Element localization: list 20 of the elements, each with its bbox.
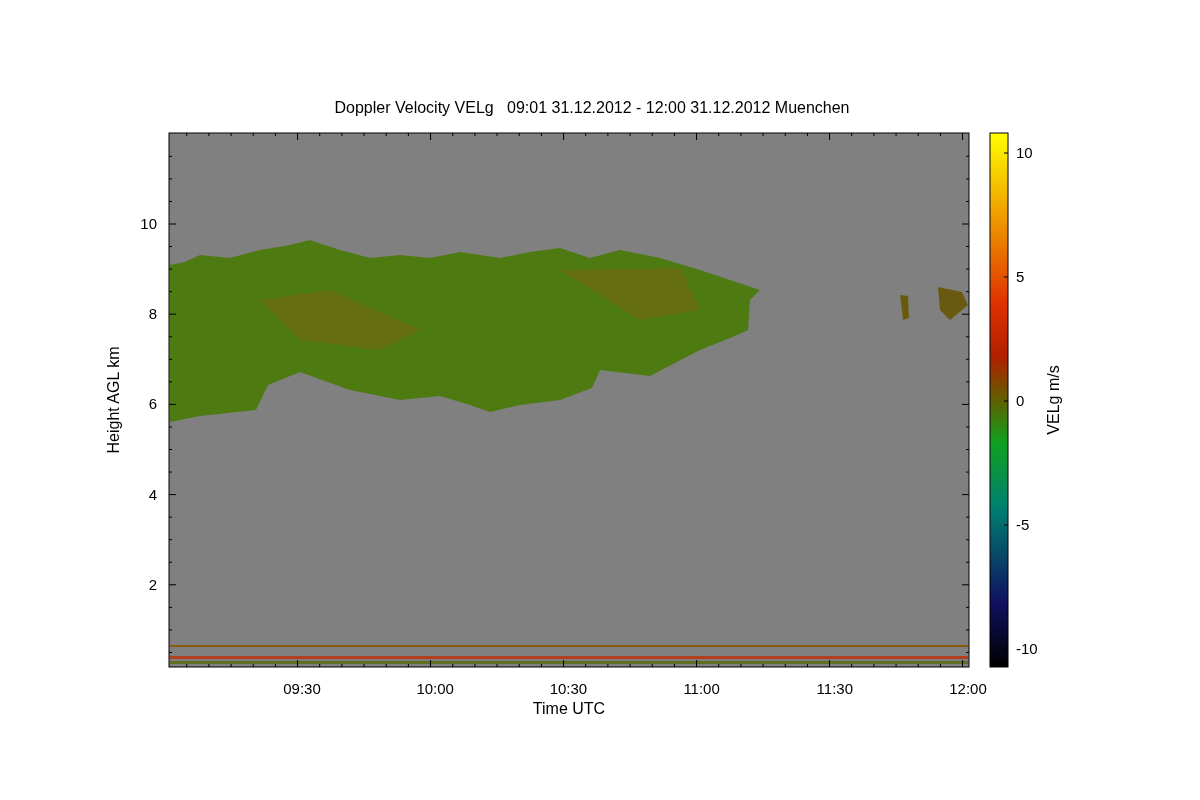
x-tick-label: 10:30: [549, 680, 588, 697]
y-tick-label: 4: [148, 485, 157, 503]
colorbar-tick-label: -5: [1016, 516, 1030, 533]
y-axis-title: Height AGL km: [105, 346, 122, 454]
x-tick-label: 11:30: [816, 680, 853, 697]
y-tick-label: 2: [148, 575, 157, 593]
y-tick-label: 8: [148, 305, 157, 323]
x-tick-label: 11:00: [683, 680, 720, 697]
colorbar-tick-label: 5: [1016, 268, 1025, 285]
y-tick-label: 6: [148, 395, 157, 413]
x-tick-label: 09:30: [283, 680, 321, 697]
y-tick-label: 10: [140, 215, 157, 232]
colorbar-title: VELg m/s: [1045, 365, 1062, 435]
x-tick-label: 12:00: [949, 680, 987, 697]
colorbar-tick-label: 10: [1016, 144, 1033, 161]
chart-title: Doppler Velocity VELg 09:01 31.12.2012 - 12:00 31.12.2012 Muenchen: [334, 99, 850, 116]
x-axis-title: Time UTC: [532, 700, 606, 717]
colorbar-tick-label: 0: [1016, 392, 1025, 409]
colorbar-tick-label: -10: [1016, 640, 1038, 657]
x-tick-label: 10:00: [416, 680, 454, 697]
